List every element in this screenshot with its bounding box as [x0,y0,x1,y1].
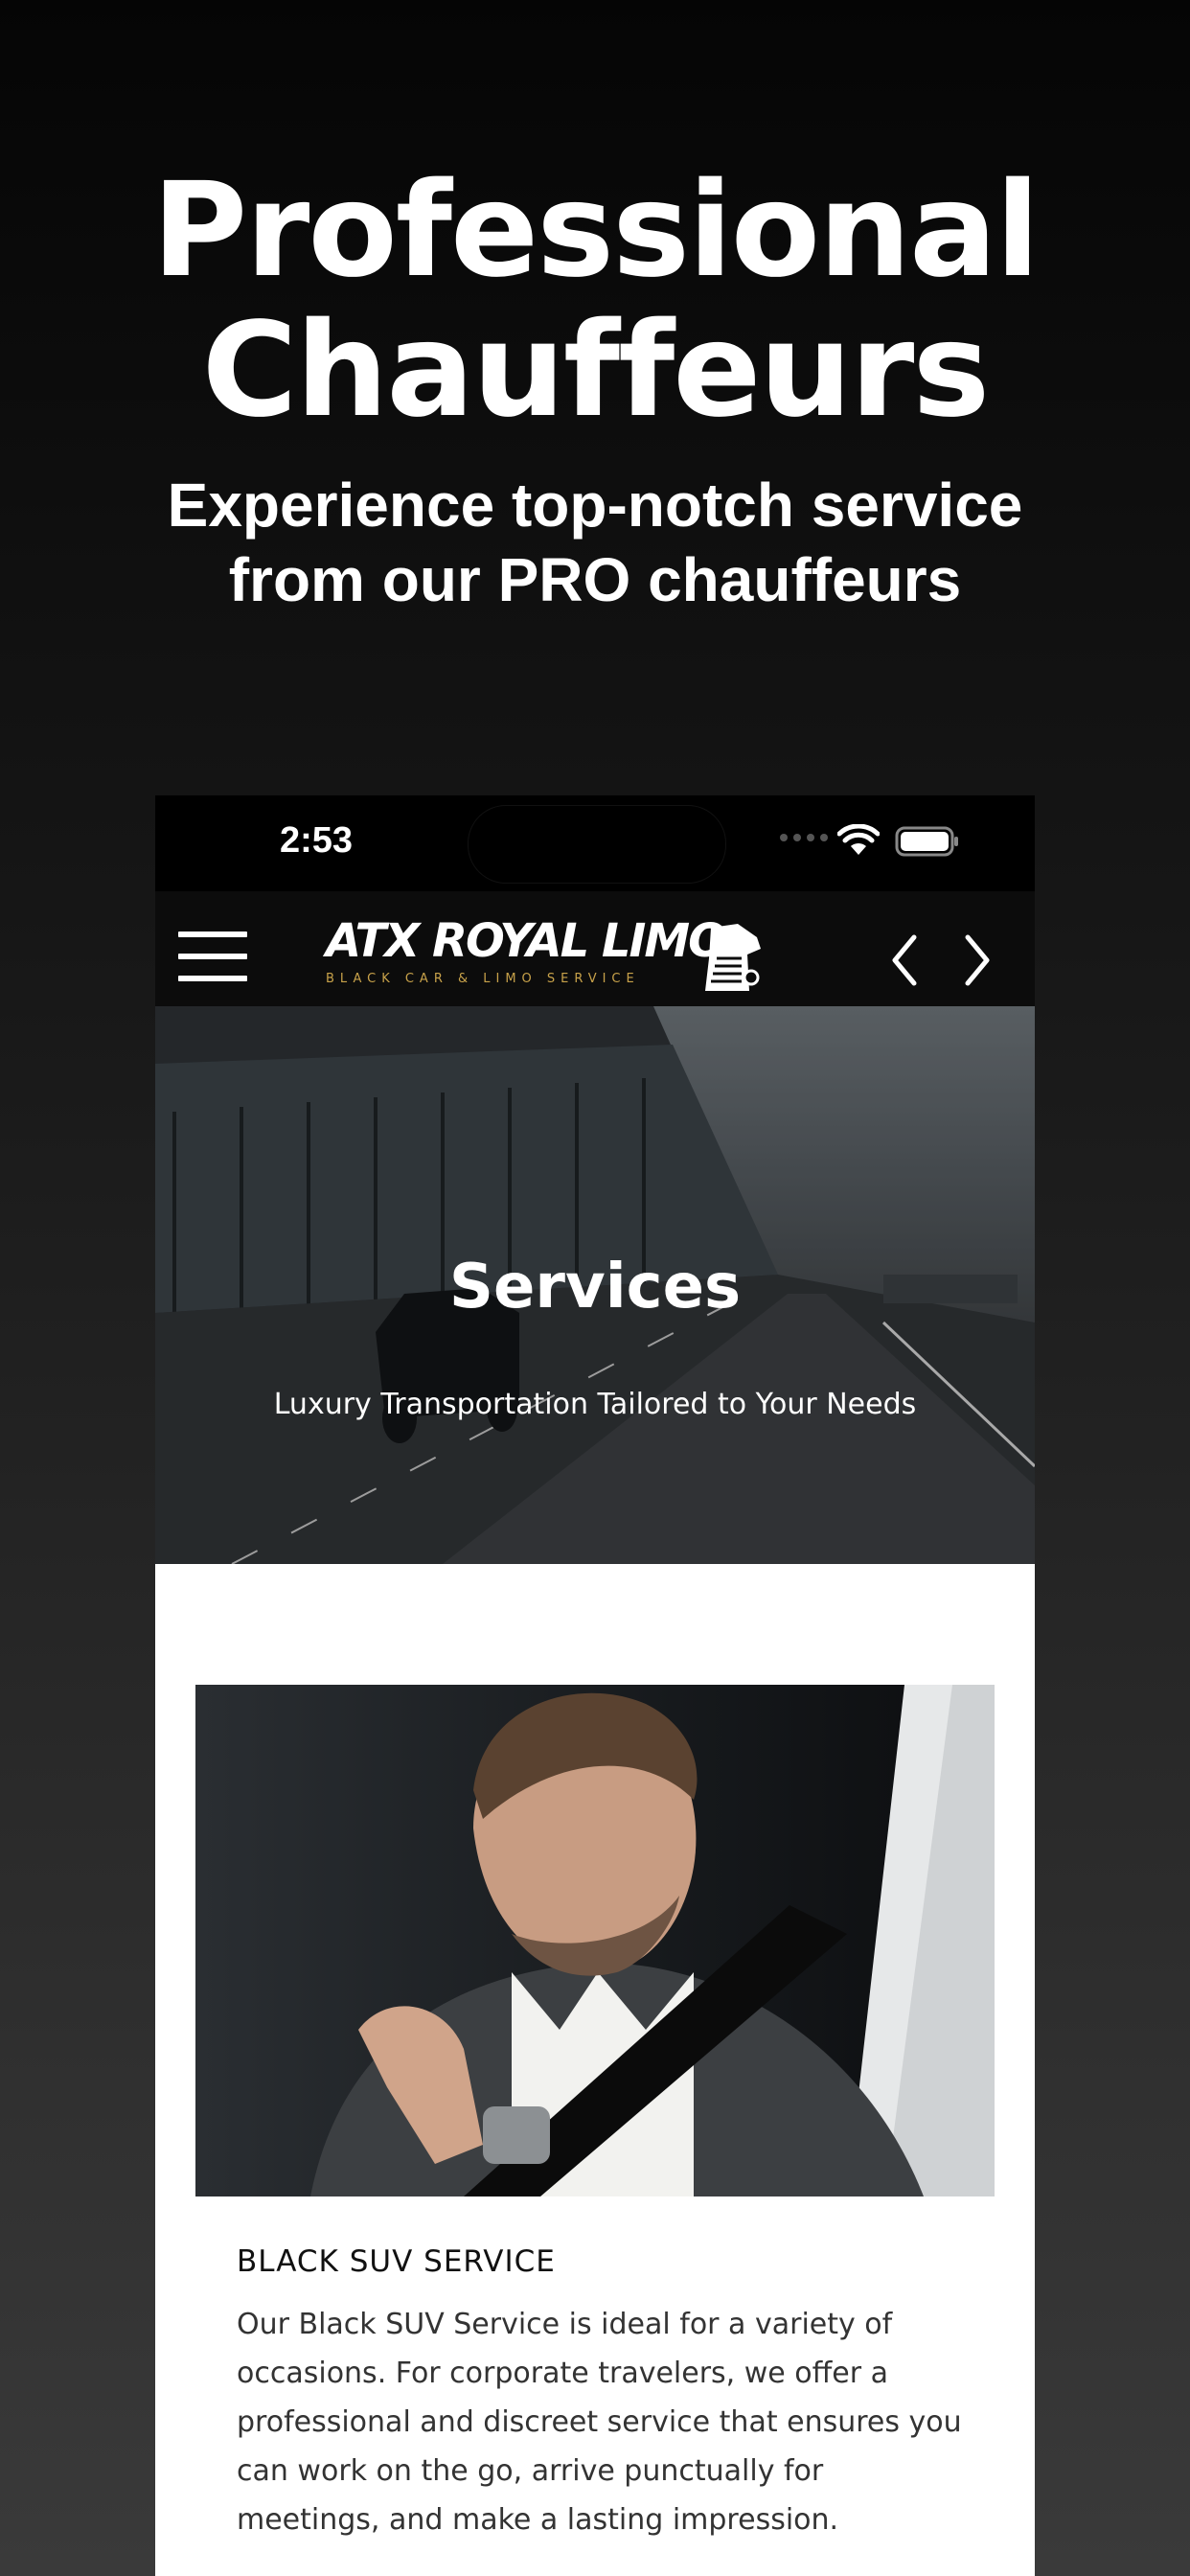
car-logo-icon [705,924,761,991]
service-title: BLACK SUV SERVICE [237,2244,556,2279]
chevron-left-icon[interactable] [885,932,924,989]
promo-headline-line2: Chauffeurs [201,295,991,447]
phone-screen: 2:53 ATX ROYAL LIMO BLACK CAR & LIMO SER… [155,795,1035,2576]
hamburger-menu-icon[interactable] [178,932,247,981]
brand-logo[interactable]: ATX ROYAL LIMO BLACK CAR & LIMO SERVICE [326,914,767,991]
status-time: 2:53 [280,820,354,861]
logo-text: ATX ROYAL LIMO [326,914,727,968]
promo-subhead-line2: from our PRO chauffeurs [228,545,962,614]
chauffeur-photo [195,1685,995,2196]
promo-subhead-line1: Experience top-notch service [167,471,1023,540]
dynamic-island [468,805,726,884]
service-description: Our Black SUV Service is ideal for a var… [237,2308,962,2537]
wifi-icon [837,824,880,855]
cellular-signal-icon [780,834,828,841]
promo-headline-line1: Professional [151,155,1041,307]
battery-icon [895,826,958,857]
status-bar: 2:53 [155,795,1035,891]
promo-subhead: Experience top-notch service from our PR… [0,468,1190,617]
app-navbar: ATX ROYAL LIMO BLACK CAR & LIMO SERVICE [155,891,1035,1006]
logo-subtext: BLACK CAR & LIMO SERVICE [326,972,640,986]
hero-title: Services [448,1252,742,1322]
services-content: BLACK SUV SERVICE Our Black SUV Service … [155,1564,1035,2576]
hero-tagline: Luxury Transportation Tailored to Your N… [273,1388,917,1421]
hero-banner: Services Luxury Transportation Tailored … [155,1006,1035,1564]
chevron-right-icon[interactable] [958,932,996,989]
promo-headline: Professional Chauffeurs [0,161,1190,441]
